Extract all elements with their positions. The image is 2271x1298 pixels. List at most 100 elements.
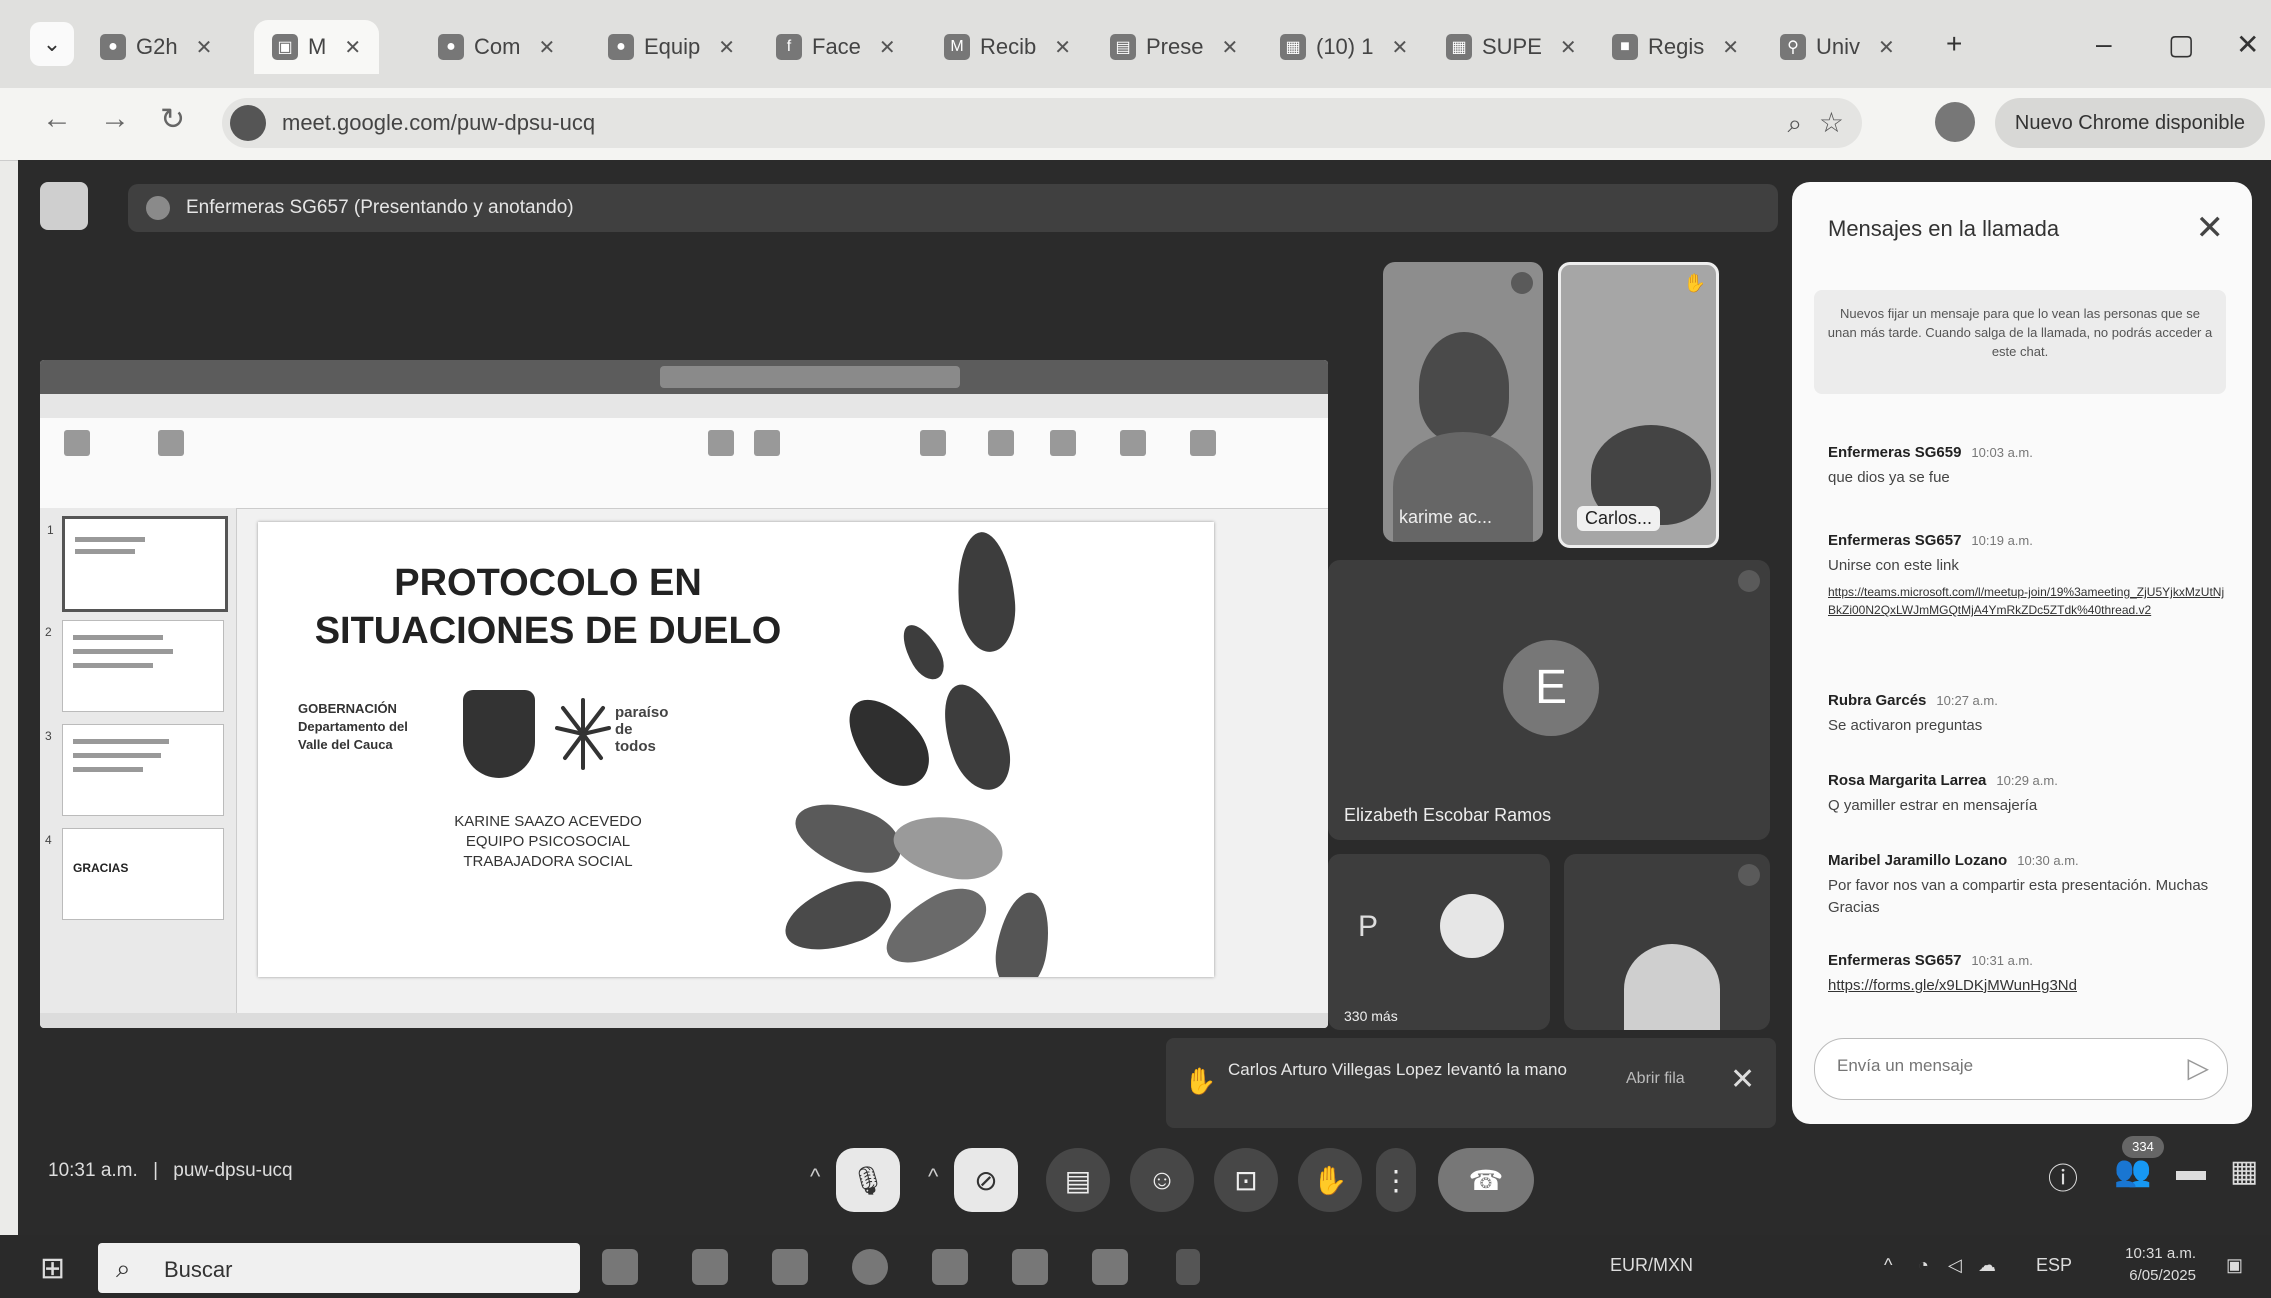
participant-options-icon[interactable] — [1511, 272, 1533, 294]
close-icon[interactable]: ✕ — [1730, 1062, 1755, 1097]
chrome-update-button[interactable]: Nuevo Chrome disponible — [1995, 98, 2265, 148]
close-tab-icon[interactable]: ✕ — [1054, 35, 1071, 60]
people-icon[interactable]: 👥 — [2114, 1154, 2151, 1189]
volume-icon[interactable]: ◁ — [1948, 1255, 1962, 1276]
camera-options-chevron-icon[interactable]: ^ — [928, 1164, 938, 1190]
zoom-icon[interactable]: ⌕ — [1787, 108, 1802, 140]
close-tab-icon[interactable]: ✕ — [344, 35, 361, 60]
close-tab-icon[interactable]: ✕ — [1221, 35, 1238, 60]
emoji-icon: ☺ — [1147, 1164, 1177, 1195]
chat-icon[interactable]: ▬ — [2176, 1154, 2206, 1188]
close-tab-icon[interactable]: ✕ — [538, 35, 555, 60]
participant-tile[interactable]: karime ac... — [1383, 262, 1543, 542]
new-tab-icon[interactable]: + — [1946, 28, 1962, 60]
close-chat-icon[interactable]: ✕ — [2196, 208, 2225, 248]
browser-tab[interactable]: ● G2h ✕ — [100, 20, 212, 74]
chat-link[interactable]: https://forms.gle/x9LDKjMWunHg3Nd — [1828, 975, 2228, 997]
chat-message-input[interactable] — [1835, 1055, 2159, 1077]
file-explorer-icon[interactable] — [692, 1249, 728, 1285]
participant-options-icon[interactable] — [1738, 570, 1760, 592]
excel-icon[interactable] — [932, 1249, 968, 1285]
forward-icon[interactable]: → — [100, 102, 130, 136]
chat-input-box[interactable]: ▷ — [1814, 1038, 2228, 1100]
chat-message: Enfermeras SG659 10:03 a.m. que dios ya s… — [1828, 444, 2033, 486]
minimize-icon[interactable]: – — [2096, 28, 2112, 60]
captions-button[interactable]: ▤ — [1046, 1148, 1110, 1212]
meeting-details-icon[interactable]: ⓘ — [2048, 1154, 2078, 1198]
close-tab-icon[interactable]: ✕ — [879, 35, 896, 60]
chat-title: Mensajes en la llamada — [1828, 216, 2060, 241]
camera-off-icon: ⊘ — [974, 1164, 998, 1196]
back-icon[interactable]: ← — [42, 102, 72, 136]
send-icon[interactable]: ▷ — [2187, 1051, 2209, 1084]
shapes-icon — [708, 430, 734, 456]
close-tab-icon[interactable]: ✕ — [1722, 35, 1739, 60]
browser-tab[interactable]: f Face ✕ — [776, 20, 896, 74]
close-tab-icon[interactable]: ✕ — [1391, 35, 1408, 60]
maximize-icon[interactable]: ▢ — [2168, 28, 2194, 61]
browser-tab[interactable]: ■ Regis ✕ — [1612, 20, 1739, 74]
taskbar-clock[interactable]: 10:31 a.m. 6/05/2025 — [2096, 1243, 2196, 1287]
currency-ticker[interactable]: EUR/MXN — [1610, 1255, 1693, 1276]
url-text[interactable]: meet.google.com/puw-dpsu-ucq — [282, 110, 595, 136]
mic-muted-button[interactable]: 🎙 — [836, 1148, 900, 1212]
activities-icon[interactable]: ▦ — [2230, 1154, 2258, 1189]
overflow-icon[interactable] — [1176, 1249, 1200, 1285]
tab-search-button[interactable]: ⌄ — [30, 22, 74, 66]
browser-tab[interactable]: ● Equip ✕ — [608, 20, 735, 74]
meet-icon: ▣ — [272, 34, 298, 60]
close-tab-icon[interactable]: ✕ — [196, 35, 213, 60]
browser-tab[interactable]: ⚲ Univ ✕ — [1780, 20, 1895, 74]
participant-options-icon[interactable] — [1738, 864, 1760, 886]
participant-tile[interactable]: ✋ Carlos... — [1558, 262, 1719, 548]
more-participants-tile[interactable]: P 330 más — [1328, 854, 1550, 1030]
browser-tab[interactable]: ▦ (10) 1 ✕ — [1280, 20, 1408, 74]
folder-icon[interactable] — [1012, 1249, 1048, 1285]
hand-raised-icon: ✋ — [1683, 273, 1706, 293]
chat-message: Enfermeras SG657 10:31 a.m. https://forms… — [1828, 952, 2228, 997]
address-bar[interactable]: meet.google.com/puw-dpsu-ucq ⌕ ☆ — [222, 98, 1862, 148]
meeting-code: puw-dpsu-ucq — [173, 1160, 293, 1181]
slide-credits: KARINE SAAZO ACEVEDO EQUIPO PSICOSOCIAL … — [454, 813, 642, 870]
network-icon[interactable]: ◔ — [1918, 1255, 1929, 1276]
close-tab-icon[interactable]: ✕ — [1878, 35, 1895, 60]
camera-off-button[interactable]: ⊘ — [954, 1148, 1018, 1212]
browser-tab[interactable]: ▦ SUPE ✕ — [1446, 20, 1577, 74]
mic-options-chevron-icon[interactable]: ^ — [810, 1164, 820, 1190]
close-window-icon[interactable]: ✕ — [2236, 28, 2259, 61]
more-options-button[interactable]: ⋮ — [1376, 1148, 1416, 1212]
chat-panel: Mensajes en la llamada ✕ Nuevos fijar un… — [1792, 182, 2252, 1124]
open-queue-link[interactable]: Abrir fila — [1626, 1070, 1685, 1088]
reload-icon[interactable]: ↻ — [160, 102, 185, 137]
task-view-icon[interactable] — [602, 1249, 638, 1285]
present-button[interactable]: ⊡ — [1214, 1148, 1278, 1212]
participant-tile[interactable] — [1564, 854, 1770, 1030]
addins-icon — [1120, 430, 1146, 456]
chat-link[interactable]: https://teams.microsoft.com/l/meetup-joi… — [1828, 583, 2228, 619]
close-tab-icon[interactable]: ✕ — [1560, 35, 1577, 60]
browser-tab[interactable]: M Recib ✕ — [944, 20, 1071, 74]
slide-thumbnail: 3 — [45, 724, 224, 816]
participant-tile[interactable]: E Elizabeth Escobar Ramos — [1328, 560, 1770, 840]
leave-call-button[interactable]: ☎ — [1438, 1148, 1534, 1212]
gobernacion-logo: GOBERNACIÓN Departamento del Valle del C… — [298, 701, 408, 752]
notifications-icon[interactable]: ▣ — [2226, 1255, 2243, 1276]
profile-avatar[interactable] — [1935, 102, 1975, 142]
chrome-icon[interactable] — [852, 1249, 888, 1285]
reactions-button[interactable]: ☺ — [1130, 1148, 1194, 1212]
browser-tab-active[interactable]: ▣ M ✕ — [254, 20, 380, 74]
browser-tab[interactable]: ● Com ✕ — [438, 20, 555, 74]
hand-icon: ✋ — [1312, 1164, 1348, 1196]
language-indicator[interactable]: ESP — [2036, 1255, 2072, 1276]
settings-gear-icon[interactable] — [772, 1249, 808, 1285]
raise-hand-button[interactable]: ✋ — [1298, 1148, 1362, 1212]
bookmark-star-icon[interactable]: ☆ — [1819, 106, 1844, 139]
app-icon[interactable] — [1092, 1249, 1128, 1285]
close-tab-icon[interactable]: ✕ — [718, 35, 735, 60]
cloud-icon[interactable]: ☁ — [1978, 1255, 1996, 1276]
site-info-icon[interactable] — [230, 105, 266, 141]
taskbar-search-box[interactable]: ⌕ Buscar — [98, 1243, 580, 1293]
tray-chevron-icon[interactable]: ^ — [1884, 1255, 1892, 1276]
windows-start-icon[interactable]: ⊞ — [40, 1251, 65, 1286]
browser-tab[interactable]: ▤ Prese ✕ — [1110, 20, 1238, 74]
